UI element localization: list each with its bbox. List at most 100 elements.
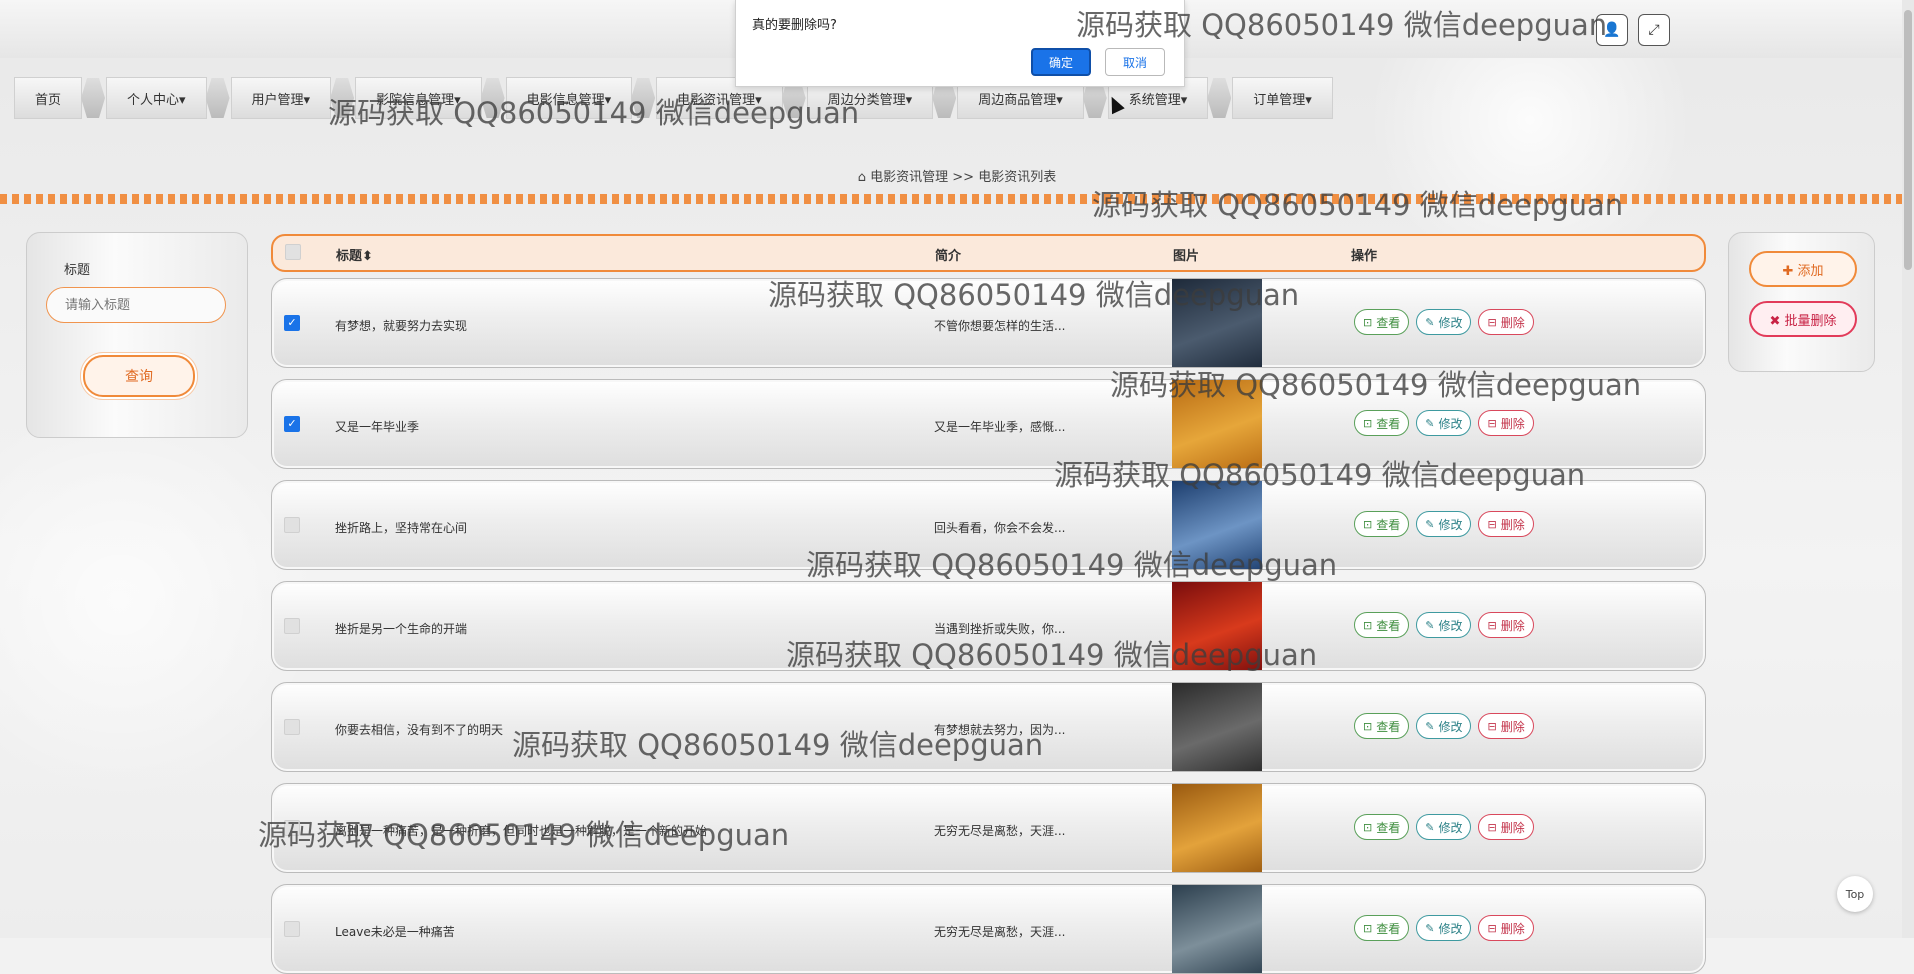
watermark-text: 源码获取 QQ86050149 微信deepguan	[768, 278, 1300, 312]
row-title: Leave未必是一种痛苦	[335, 925, 455, 939]
dialog-cancel-button[interactable]: 取消	[1105, 48, 1165, 76]
edit-label: 修改	[1438, 719, 1463, 734]
row-intro: 无穷无尽是离愁，天涯...	[934, 824, 1066, 838]
back-to-top-button[interactable]: Top	[1837, 876, 1873, 912]
view-button[interactable]: ⊡ 查看	[1354, 410, 1410, 436]
row-operations: ⊡ 查看 ✎ 修改 ⊟ 删除	[1354, 612, 1534, 638]
edit-label: 修改	[1438, 618, 1463, 633]
view-label: 查看	[1376, 921, 1401, 936]
title-search-input[interactable]	[46, 287, 226, 323]
edit-button[interactable]: ✎ 修改	[1416, 814, 1472, 840]
watermark-text: 源码获取 QQ86050149 微信deepguan	[328, 96, 860, 130]
header-ops: 操作	[1351, 249, 1378, 264]
search-panel: 标题 查询	[26, 232, 248, 438]
row-title: 你要去相信，没有到不了的明天	[335, 723, 504, 737]
row-operations: ⊡ 查看 ✎ 修改 ⊟ 删除	[1354, 713, 1534, 739]
edit-icon: ✎	[1425, 820, 1435, 834]
header-title[interactable]: 标题⬍	[336, 245, 373, 264]
edit-button[interactable]: ✎ 修改	[1416, 612, 1472, 638]
delete-label: 删除	[1500, 820, 1525, 835]
watermark-text: 源码获取 QQ86050149 微信deepguan	[1092, 188, 1624, 222]
fullscreen-icon[interactable]: ⤢	[1638, 14, 1670, 46]
row-operations: ⊡ 查看 ✎ 修改 ⊟ 删除	[1354, 511, 1534, 537]
delete-button[interactable]: ⊟ 删除	[1478, 915, 1534, 941]
row-intro: 不管你想要怎样的生活...	[934, 319, 1066, 333]
select-all-checkbox[interactable]	[285, 244, 301, 260]
row-intro: 又是一年毕业季，感慨...	[934, 420, 1066, 434]
edit-button[interactable]: ✎ 修改	[1416, 410, 1472, 436]
view-icon: ⊡	[1363, 820, 1373, 834]
row-operations: ⊡ 查看 ✎ 修改 ⊟ 删除	[1354, 814, 1534, 840]
row-operations: ⊡ 查看 ✎ 修改 ⊟ 删除	[1354, 915, 1534, 941]
view-label: 查看	[1376, 517, 1401, 532]
view-button[interactable]: ⊡ 查看	[1354, 511, 1410, 537]
edit-button[interactable]: ✎ 修改	[1416, 309, 1472, 335]
view-button[interactable]: ⊡ 查看	[1354, 814, 1410, 840]
watermark-text: 源码获取 QQ86050149 微信deepguan	[258, 818, 790, 852]
edit-button[interactable]: ✎ 修改	[1416, 511, 1472, 537]
row-title: 挫折路上，坚持常在心间	[335, 521, 468, 535]
nav-item-orders[interactable]: 订单管理▾	[1232, 77, 1333, 119]
search-button[interactable]: 查询	[83, 355, 195, 397]
header-image: 图片	[1173, 249, 1200, 264]
nav-item-users[interactable]: 用户管理▾	[230, 77, 332, 119]
delete-label: 删除	[1500, 517, 1525, 532]
delete-button[interactable]: ⊟ 删除	[1478, 612, 1534, 638]
watermark-text: 源码获取 QQ86050149 微信deepguan	[806, 548, 1338, 582]
row-checkbox[interactable]	[284, 618, 300, 634]
edit-button[interactable]: ✎ 修改	[1416, 713, 1472, 739]
watermark-text: 源码获取 QQ86050149 微信deepguan	[1110, 368, 1642, 402]
view-button[interactable]: ⊡ 查看	[1354, 309, 1410, 335]
edit-label: 修改	[1438, 921, 1463, 936]
delete-label: 删除	[1500, 618, 1525, 633]
edit-button[interactable]: ✎ 修改	[1416, 915, 1472, 941]
poster-image	[1172, 885, 1262, 973]
row-operations: ⊡ 查看 ✎ 修改 ⊟ 删除	[1354, 410, 1534, 436]
row-checkbox[interactable]: ✓	[284, 315, 300, 331]
row-poster	[1172, 683, 1262, 771]
view-icon: ⊡	[1363, 315, 1373, 329]
table-header: 标题⬍ 简介 图片 操作	[271, 234, 1706, 272]
dialog-message: 真的要删除吗?	[752, 18, 837, 33]
delete-icon: ⊟	[1487, 618, 1497, 632]
delete-button[interactable]: ⊟ 删除	[1478, 814, 1534, 840]
view-button[interactable]: ⊡ 查看	[1354, 713, 1410, 739]
scroll-thumb[interactable]	[1904, 10, 1912, 270]
dotted-divider	[0, 194, 1914, 204]
delete-button[interactable]: ⊟ 删除	[1478, 511, 1534, 537]
nav-item-home[interactable]: 首页	[14, 77, 83, 119]
row-poster	[1172, 784, 1262, 872]
edit-label: 修改	[1438, 517, 1463, 532]
delete-icon: ⊟	[1487, 315, 1497, 329]
delete-button[interactable]: ⊟ 删除	[1478, 713, 1534, 739]
edit-icon: ✎	[1425, 618, 1435, 632]
breadcrumb: ⌂ 电影资讯管理 >> 电影资讯列表	[0, 166, 1914, 185]
row-checkbox[interactable]	[284, 719, 300, 735]
row-checkbox[interactable]: ✓	[284, 416, 300, 432]
delete-button[interactable]: ⊟ 删除	[1478, 410, 1534, 436]
watermark-text: 源码获取 QQ86050149 微信deepguan	[512, 728, 1044, 762]
add-button[interactable]: ✚ 添加	[1749, 251, 1857, 287]
view-label: 查看	[1376, 820, 1401, 835]
row-checkbox[interactable]	[284, 921, 300, 937]
watermark-text: 源码获取 QQ86050149 微信deepguan	[1054, 458, 1586, 492]
home-icon[interactable]: ⌂	[858, 170, 870, 185]
delete-icon: ⊟	[1487, 820, 1497, 834]
delete-label: 删除	[1500, 315, 1525, 330]
delete-button[interactable]: ⊟ 删除	[1478, 309, 1534, 335]
view-button[interactable]: ⊡ 查看	[1354, 612, 1410, 638]
view-icon: ⊡	[1363, 921, 1373, 935]
edit-label: 修改	[1438, 416, 1463, 431]
edit-icon: ✎	[1425, 315, 1435, 329]
row-operations: ⊡ 查看 ✎ 修改 ⊟ 删除	[1354, 309, 1534, 335]
dialog-ok-button[interactable]: 确定	[1031, 48, 1091, 76]
scrollbar[interactable]	[1902, 0, 1914, 938]
delete-icon: ⊟	[1487, 517, 1497, 531]
view-button[interactable]: ⊡ 查看	[1354, 915, 1410, 941]
row-checkbox[interactable]	[284, 517, 300, 533]
view-icon: ⊡	[1363, 416, 1373, 430]
view-label: 查看	[1376, 719, 1401, 734]
search-title-label: 标题	[64, 263, 91, 278]
batch-delete-button[interactable]: ✖ 批量删除	[1749, 301, 1857, 337]
nav-item-profile[interactable]: 个人中心▾	[106, 77, 207, 119]
